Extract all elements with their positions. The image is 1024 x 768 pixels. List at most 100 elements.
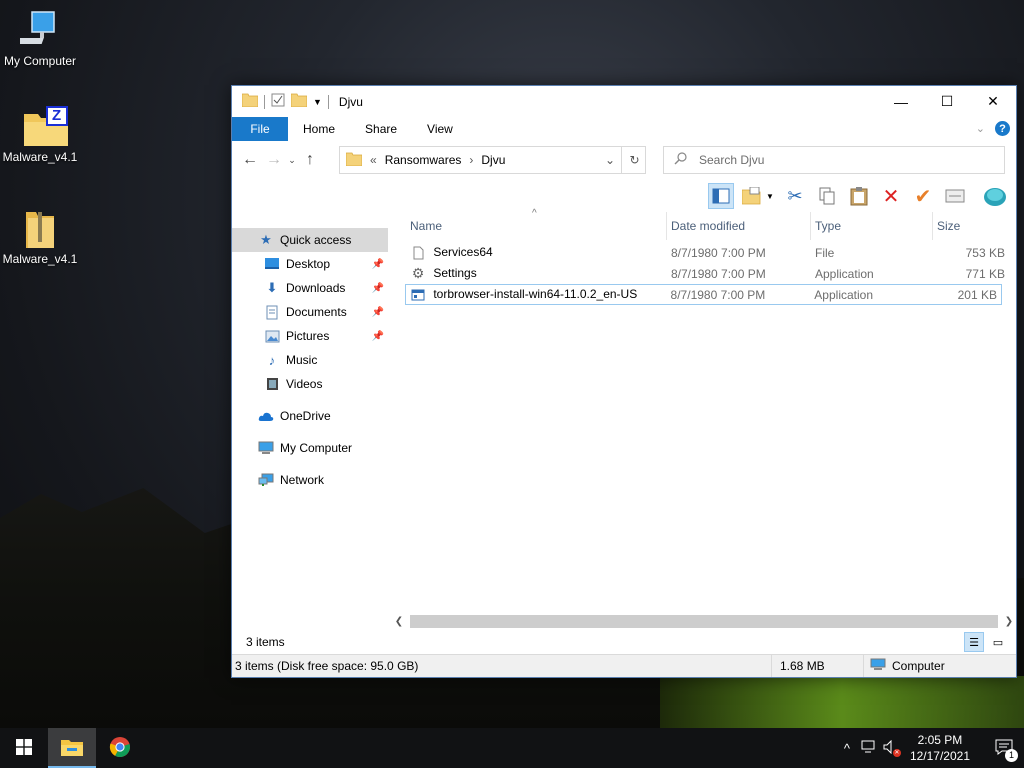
new-folder-menu-icon[interactable]: ▼	[740, 183, 776, 209]
navigation-pane: ★ Quick access Desktop 📌 ⬇ Downloads 📌 D…	[232, 212, 392, 630]
folder-icon	[241, 93, 259, 110]
breadcrumb: « Ransomwares › Djvu	[340, 152, 599, 169]
close-button[interactable]: ✕	[970, 86, 1016, 117]
address-dropdown-chevron-icon[interactable]: ⌄	[599, 153, 621, 167]
scroll-left-icon[interactable]: ❮	[392, 616, 406, 627]
search-input[interactable]: Search Djvu	[663, 146, 1005, 174]
nav-item-onedrive[interactable]: OneDrive	[232, 404, 392, 428]
nav-item-videos[interactable]: Videos	[232, 372, 392, 396]
file-name: Settings	[433, 265, 477, 280]
computer-icon	[870, 658, 886, 674]
expand-ribbon-chevron-icon[interactable]: ⌄	[976, 122, 985, 135]
nav-item-music[interactable]: ♪ Music	[232, 348, 392, 372]
nav-item-documents[interactable]: Documents 📌	[232, 300, 392, 324]
pin-icon[interactable]: 📌	[372, 331, 384, 342]
desktop-icon-malware-folder[interactable]: Malware_v4.1	[0, 208, 80, 266]
file-date: 8/7/1980 7:00 PM	[671, 245, 766, 260]
customize-toolbar-chevron-icon[interactable]: ▼	[313, 97, 322, 107]
new-folder-icon[interactable]	[290, 93, 308, 110]
column-header-type[interactable]: Type	[811, 212, 933, 240]
breadcrumb-item-djvu[interactable]: Djvu	[481, 153, 505, 167]
help-icon[interactable]: ?	[995, 121, 1010, 136]
toolbar-icons: ▼ ✂ ✕ ✔	[708, 183, 1008, 209]
desktop-icon-malware-zip[interactable]: Z Malware_v4.1	[0, 106, 80, 164]
breadcrumb-item-ransomwares[interactable]: Ransomwares	[385, 153, 462, 167]
refresh-icon: ↻	[629, 153, 640, 167]
file-date: 8/7/1980 7:00 PM	[671, 266, 766, 281]
scroll-right-icon[interactable]: ❯	[1002, 616, 1016, 627]
file-type: File	[815, 245, 835, 260]
clock[interactable]: 2:05 PM 12/17/2021	[910, 732, 970, 764]
folder-icon	[345, 152, 363, 169]
cut-icon[interactable]: ✂	[782, 183, 808, 209]
refresh-button[interactable]: ↻	[621, 146, 647, 174]
properties-icon[interactable]	[942, 183, 968, 209]
copy-icon[interactable]	[814, 183, 840, 209]
horizontal-scrollbar[interactable]: ❮ ❯	[392, 613, 1016, 630]
desktop-icon	[264, 256, 280, 272]
picture-icon	[264, 328, 280, 344]
back-button[interactable]: ←	[238, 148, 262, 172]
details-view-icon[interactable]: ☰	[964, 632, 984, 652]
desktop-icon-label: My Computer	[3, 54, 77, 68]
nav-item-my-computer[interactable]: My Computer	[232, 436, 392, 460]
breadcrumb-overflow[interactable]: «	[370, 153, 377, 167]
column-header-size[interactable]: Size	[933, 212, 1009, 240]
document-icon	[264, 304, 280, 320]
nav-item-desktop[interactable]: Desktop 📌	[232, 252, 392, 276]
star-icon: ★	[260, 232, 272, 247]
up-button[interactable]: ↑	[298, 148, 322, 172]
status-bar: 3 items (Disk free space: 95.0 GB) 1.68 …	[232, 654, 1016, 677]
column-header-date-modified[interactable]: Date modified	[667, 212, 811, 240]
file-name: torbrowser-install-win64-11.0.2_en-US	[433, 286, 638, 301]
delete-icon[interactable]: ✕	[878, 183, 904, 209]
properties-icon[interactable]	[271, 93, 285, 110]
nav-item-pictures[interactable]: Pictures 📌	[232, 324, 392, 348]
rename-checkmark-icon[interactable]: ✔	[910, 183, 936, 209]
volume-muted-icon[interactable]: ✕	[880, 739, 902, 757]
start-button[interactable]	[0, 728, 48, 768]
taskbar-chrome[interactable]	[96, 728, 144, 768]
tab-view[interactable]: View	[412, 117, 468, 141]
maximize-button[interactable]: ☐	[924, 86, 970, 117]
gear-icon: ⚙	[411, 265, 425, 282]
show-hidden-icons-chevron-icon[interactable]: ^	[836, 741, 858, 756]
address-bar[interactable]: « Ransomwares › Djvu ⌄	[339, 146, 646, 174]
pin-icon[interactable]: 📌	[372, 259, 384, 270]
system-tray: ^ ✕ 2:05 PM 12/17/2021 1	[836, 728, 1024, 768]
table-row[interactable]: ⚙ Settings 8/7/1980 7:00 PM Application …	[406, 263, 1016, 284]
large-icons-view-icon[interactable]: ▭	[988, 632, 1008, 652]
desktop-icon-label: Malware_v4.1	[2, 150, 78, 164]
taskbar-file-explorer[interactable]	[48, 728, 96, 768]
nav-item-downloads[interactable]: ⬇ Downloads 📌	[232, 276, 392, 300]
shell-icon[interactable]	[982, 183, 1008, 209]
tab-home[interactable]: Home	[288, 117, 350, 141]
scrollbar-thumb[interactable]	[410, 615, 998, 628]
table-row[interactable]: torbrowser-install-win64-11.0.2_en-US 8/…	[405, 284, 1002, 305]
separator	[264, 94, 265, 109]
download-arrow-icon: ⬇	[266, 280, 278, 295]
desktop-icon-label: Malware_v4.1	[2, 252, 78, 266]
status-size: 1.68 MB	[772, 655, 864, 677]
search-placeholder: Search Djvu	[699, 153, 765, 167]
nav-item-quick-access[interactable]: ★ Quick access	[232, 228, 388, 252]
nav-item-label: Pictures	[286, 329, 330, 343]
windows-logo-icon	[16, 738, 32, 758]
table-row[interactable]: Services64 8/7/1980 7:00 PM File 753 KB	[406, 242, 1016, 263]
file-size: 201 KB	[957, 287, 997, 302]
title-bar[interactable]: ▼ Djvu — ☐ ✕	[232, 86, 1016, 117]
pin-icon[interactable]: 📌	[372, 307, 384, 318]
minimize-button[interactable]: —	[878, 86, 924, 117]
tab-file[interactable]: File	[232, 117, 288, 141]
desktop-icon-my-computer[interactable]: My Computer	[0, 10, 80, 68]
forward-button[interactable]: →	[262, 148, 286, 172]
pin-icon[interactable]: 📌	[372, 283, 384, 294]
recent-locations-chevron-icon[interactable]: ⌄	[286, 148, 298, 172]
nav-item-network[interactable]: Network	[232, 468, 392, 492]
network-tray-icon[interactable]	[858, 740, 880, 757]
view-toggle: ☰ ▭	[964, 632, 1008, 652]
preview-pane-icon[interactable]	[708, 183, 734, 209]
action-center-button[interactable]: 1	[984, 728, 1024, 768]
tab-share[interactable]: Share	[350, 117, 412, 141]
paste-icon[interactable]	[846, 183, 872, 209]
